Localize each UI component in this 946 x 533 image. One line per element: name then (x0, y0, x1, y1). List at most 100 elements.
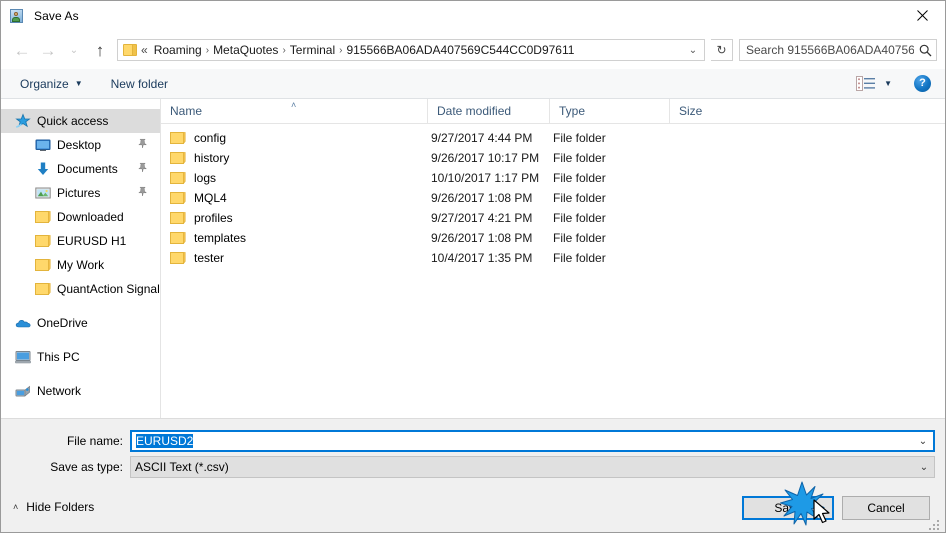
breadcrumb-item-0[interactable]: Roaming (151, 43, 205, 57)
sidebar-item-label: Documents (57, 162, 118, 176)
sidebar-item-quantaction-signal[interactable]: QuantAction Signal (1, 277, 160, 301)
column-header-size-label: Size (679, 104, 703, 118)
hide-folders-button[interactable]: ˄ Hide Folders (13, 500, 94, 514)
command-bar: Organize ▼ New folder ▼ ? (1, 69, 945, 99)
cancel-button[interactable]: Cancel (842, 496, 930, 520)
search-input[interactable]: Search 915566BA06ADA40756... (740, 43, 914, 57)
sidebar-item-eurusd-h1[interactable]: EURUSD H1 (1, 229, 160, 253)
file-name-cell: history (194, 151, 230, 165)
file-name-value[interactable]: EURUSD2 (132, 434, 913, 448)
sidebar-item-label: My Work (57, 258, 105, 272)
close-button[interactable] (900, 1, 945, 30)
table-row[interactable]: history 9/26/2017 10:17 PM File folder (161, 148, 945, 168)
sidebar-item-label: QuantAction Signal (57, 282, 160, 296)
chevron-down-icon[interactable]: ⌄ (913, 436, 933, 447)
column-header-size[interactable]: Size (669, 99, 749, 123)
address-bar[interactable]: « Roaming › MetaQuotes › Terminal › 9155… (117, 39, 705, 61)
date-modified-cell: 9/27/2017 4:21 PM (431, 211, 533, 225)
column-header-type[interactable]: Type (549, 99, 669, 123)
file-name-text: EURUSD2 (136, 434, 194, 448)
file-name-input[interactable]: EURUSD2 ⌄ (130, 430, 935, 452)
breadcrumb-overflow[interactable]: « (139, 43, 151, 57)
save-button[interactable]: Save (742, 496, 834, 520)
sidebar-item-onedrive[interactable]: OneDrive (1, 311, 160, 335)
table-row[interactable]: tester 10/4/2017 1:35 PM File folder (161, 248, 945, 268)
sidebar-group-spacer (1, 335, 160, 345)
save-as-dialog: Save As ← → ⌄ ↑ « Roaming › MetaQuotes ›… (0, 0, 946, 533)
onedrive-cloud-icon (15, 315, 31, 331)
refresh-button[interactable]: ↻ (711, 39, 733, 61)
folder-icon (170, 150, 186, 166)
save-as-type-select[interactable]: ASCII Text (*.csv) ⌄ (130, 456, 935, 478)
navigation-bar: ← → ⌄ ↑ « Roaming › MetaQuotes › Termina… (1, 31, 945, 69)
change-view-button[interactable]: ▼ (856, 76, 892, 91)
breadcrumb-item-1[interactable]: MetaQuotes (210, 43, 281, 57)
file-name-cell: config (194, 131, 227, 145)
folder-icon (35, 257, 51, 273)
sidebar-item-label: Desktop (57, 138, 102, 152)
forward-button[interactable]: → (35, 37, 61, 63)
help-button[interactable]: ? (914, 75, 931, 92)
folder-icon (170, 190, 186, 206)
sidebar-item-documents[interactable]: Documents (1, 157, 160, 181)
folder-icon (35, 209, 51, 225)
sidebar-item-network[interactable]: Network (1, 379, 160, 403)
file-name-cell: MQL4 (194, 191, 227, 205)
file-name-cell: profiles (194, 211, 233, 225)
sidebar-item-downloaded[interactable]: Downloaded (1, 205, 160, 229)
sidebar-group-spacer (1, 301, 160, 311)
cell-name: MQL4 (170, 190, 227, 206)
column-header-date-modified[interactable]: Date modified (427, 99, 549, 123)
cell-name: tester (170, 250, 224, 266)
save-form: File name: EURUSD2 ⌄ Save as type: ASCII… (1, 418, 945, 491)
resize-grip[interactable] (929, 517, 941, 530)
pictures-icon (35, 185, 51, 201)
breadcrumb-item-2[interactable]: Terminal (287, 43, 338, 57)
file-name-label: File name: (66, 434, 123, 448)
type-cell: File folder (553, 131, 606, 145)
recent-locations-button[interactable]: ⌄ (61, 37, 87, 63)
table-row[interactable]: profiles 9/27/2017 4:21 PM File folder (161, 208, 945, 228)
sidebar-item-label: Network (37, 384, 82, 398)
chevron-down-icon: ▼ (884, 79, 892, 88)
chevron-down-icon[interactable]: ⌄ (914, 462, 934, 473)
file-name-cell: logs (194, 171, 217, 185)
pin-icon[interactable] (137, 186, 148, 200)
search-box[interactable]: Search 915566BA06ADA40756... (739, 39, 937, 61)
documents-download-icon (35, 161, 51, 177)
breadcrumb-item-3[interactable]: 915566BA06ADA407569C544CC0D97611 (343, 43, 577, 57)
address-dropdown-button[interactable]: ⌄ (682, 45, 704, 56)
file-rows: config 9/27/2017 4:44 PM File folder histor… (161, 124, 945, 268)
pin-icon[interactable] (137, 162, 148, 176)
table-row[interactable]: MQL4 9/26/2017 1:08 PM File folder (161, 188, 945, 208)
cell-name: history (170, 150, 229, 166)
title-bar: Save As (1, 1, 945, 31)
sidebar-group-spacer (1, 369, 160, 379)
table-row[interactable]: logs 10/10/2017 1:17 PM File folder (161, 168, 945, 188)
up-one-level-button[interactable]: ↑ (87, 37, 113, 63)
organize-button[interactable]: Organize ▼ (13, 72, 90, 96)
browser-area: Quick access Desktop Documents Pictures Down… (1, 99, 945, 418)
cancel-button-label: Cancel (867, 501, 905, 515)
sidebar-item-pictures[interactable]: Pictures (1, 181, 160, 205)
up-arrow-icon: ↑ (95, 40, 105, 60)
sidebar-item-this-pc[interactable]: This PC (1, 345, 160, 369)
sidebar-item-quick-access[interactable]: Quick access (1, 109, 160, 133)
date-modified-cell: 9/26/2017 10:17 PM (431, 151, 540, 165)
organize-label: Organize (20, 76, 69, 91)
cell-name: profiles (170, 210, 233, 226)
column-header-type-label: Type (559, 104, 586, 118)
date-modified-cell: 9/26/2017 1:08 PM (431, 231, 533, 245)
folder-icon (170, 130, 186, 146)
sidebar-item-label: This PC (37, 350, 80, 364)
pin-icon[interactable] (137, 138, 148, 152)
table-row[interactable]: config 9/27/2017 4:44 PM File folder (161, 128, 945, 148)
sidebar-item-my-work[interactable]: My Work (1, 253, 160, 277)
sidebar-item-label: Pictures (57, 186, 101, 200)
save-as-type-label: Save as type: (50, 460, 123, 474)
back-button[interactable]: ← (9, 37, 35, 63)
sidebar-item-desktop[interactable]: Desktop (1, 133, 160, 157)
table-row[interactable]: templates 9/26/2017 1:08 PM File folder (161, 228, 945, 248)
column-header-name[interactable]: ˄ Name (161, 99, 427, 123)
new-folder-button[interactable]: New folder (104, 72, 175, 96)
